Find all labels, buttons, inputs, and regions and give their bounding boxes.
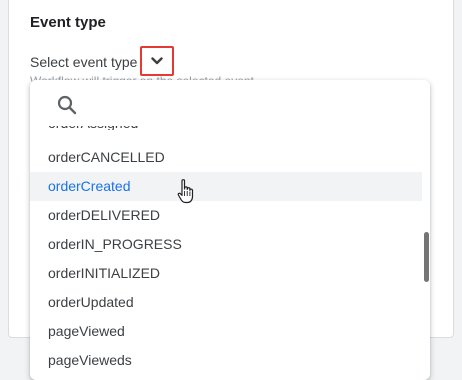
- list-item[interactable]: pageViewed: [30, 317, 422, 346]
- list-item-partial: orderAssigned: [48, 126, 208, 130]
- search-icon: [57, 95, 77, 115]
- select-label: Select event type: [30, 54, 138, 70]
- list-item-highlighted[interactable]: orderCreated: [30, 172, 422, 201]
- scrollbar-thumb[interactable]: [424, 232, 429, 282]
- list-item[interactable]: orderCANCELLED: [30, 143, 422, 172]
- event-type-select[interactable]: Select event type: [30, 54, 137, 70]
- list-item[interactable]: pageVieweds: [30, 346, 422, 375]
- event-type-dropdown: orderAssigned orderCANCELLED orderCreate…: [30, 80, 430, 380]
- dropdown-toggle-button[interactable]: [140, 46, 174, 76]
- list-item[interactable]: orderINITIALIZED: [30, 259, 422, 288]
- list-item[interactable]: orderUpdated: [30, 288, 422, 317]
- search-area: [30, 80, 430, 130]
- chevron-down-icon: [151, 57, 163, 65]
- section-title: Event type: [30, 14, 106, 31]
- list-item[interactable]: orderIN_PROGRESS: [30, 230, 422, 259]
- list-item[interactable]: orderDELIVERED: [30, 201, 422, 230]
- search-input[interactable]: [86, 92, 410, 120]
